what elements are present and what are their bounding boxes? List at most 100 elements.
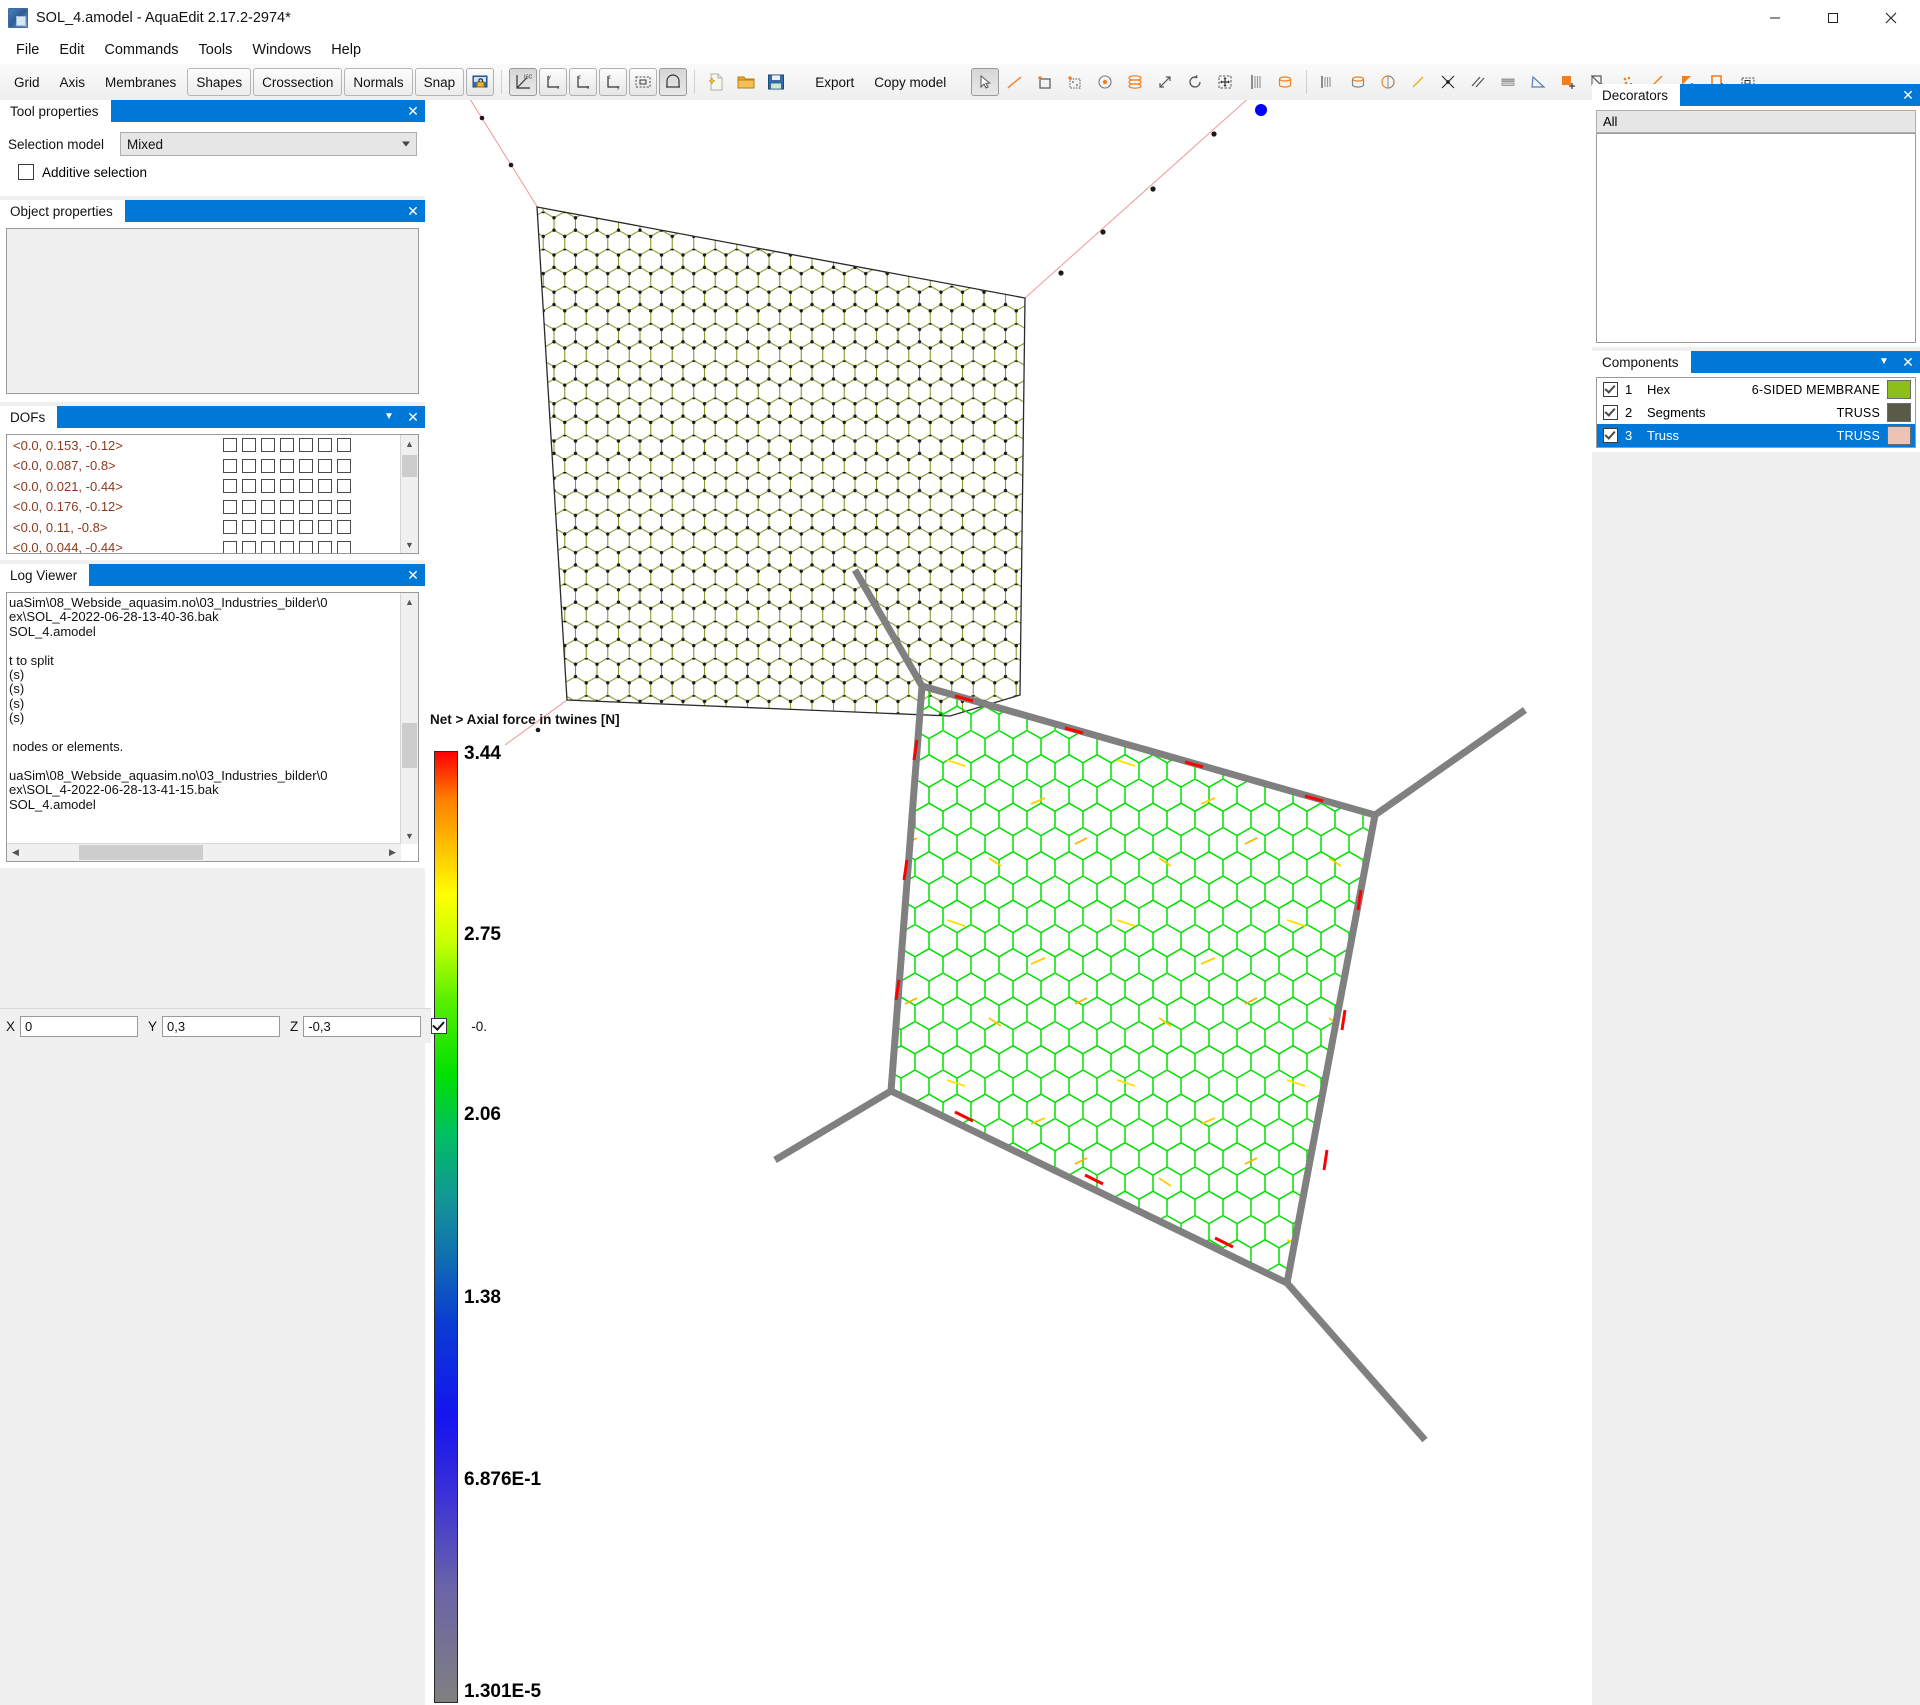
dofs-row-checkboxes[interactable] <box>223 458 351 473</box>
offset-icon[interactable] <box>1494 68 1522 96</box>
additive-selection-checkbox[interactable] <box>18 164 34 180</box>
toolbar-membranes-button[interactable]: Membranes <box>96 68 185 96</box>
dofs-row-checkboxes[interactable] <box>223 520 351 535</box>
log-viewer-vscrollbar[interactable]: ▲ ▼ <box>400 593 418 844</box>
menu-item-help[interactable]: Help <box>321 38 371 62</box>
menu-item-edit[interactable]: Edit <box>49 38 94 62</box>
zy-view-icon[interactable]: z y <box>599 68 628 96</box>
intersect-icon[interactable] <box>1434 68 1462 96</box>
selection-model-combo[interactable]: Mixed <box>120 132 417 156</box>
log-hscroll-thumb[interactable] <box>79 845 203 860</box>
dofs-close-icon[interactable]: ✕ <box>401 406 425 428</box>
dofs-row-checkboxes[interactable] <box>223 438 351 453</box>
component-color-swatch[interactable] <box>1887 403 1911 422</box>
dofs-row[interactable]: <0.0, 0.176, -0.12> <box>7 497 418 518</box>
split-cylinder-icon[interactable] <box>1314 68 1342 96</box>
component-visibility-checkbox[interactable] <box>1603 382 1618 397</box>
decorators-list[interactable] <box>1596 133 1916 343</box>
components-list[interactable]: 1 Hex 6-SIDED MEMBRANE 2 Segments TRUSS <box>1596 377 1916 448</box>
coord-lock-checkbox[interactable] <box>431 1018 448 1034</box>
y-input[interactable] <box>162 1015 281 1037</box>
dofs-row[interactable]: <0.0, 0.153, -0.12> <box>7 435 418 456</box>
toolbar-crossection-button[interactable]: Crossection <box>253 68 343 96</box>
component-color-swatch[interactable] <box>1887 380 1911 399</box>
dofs-scroll-thumb[interactable] <box>402 455 417 477</box>
add-mesh-icon[interactable] <box>1061 68 1089 96</box>
lock-view-icon[interactable] <box>466 68 495 96</box>
components-menu-icon[interactable]: ▼ <box>1872 351 1896 373</box>
menu-item-commands[interactable]: Commands <box>94 38 188 62</box>
dofs-row[interactable]: <0.0, 0.021, -0.44> <box>7 476 418 497</box>
decorators-tab[interactable]: Decorators <box>1592 84 1681 106</box>
dofs-row[interactable]: <0.0, 0.087, -0.8> <box>7 456 418 477</box>
new-file-icon[interactable] <box>702 68 730 96</box>
add-point-icon[interactable] <box>1091 68 1119 96</box>
dofs-scrollbar[interactable]: ▲ ▼ <box>400 435 418 553</box>
draw-line-icon[interactable] <box>1001 68 1029 96</box>
rotate-icon[interactable] <box>1181 68 1209 96</box>
line-segment-icon[interactable] <box>1404 68 1432 96</box>
object-properties-tab[interactable]: Object properties <box>0 200 125 222</box>
log-viewer-box[interactable]: uaSim\08_Webside_aquasim.no\03_Industrie… <box>6 592 419 862</box>
extrude-icon[interactable] <box>1271 68 1299 96</box>
menu-item-windows[interactable]: Windows <box>242 38 321 62</box>
scroll-up-icon[interactable]: ▲ <box>401 593 418 610</box>
maximize-button[interactable] <box>1804 0 1862 36</box>
dofs-row[interactable]: <0.0, 0.11, -0.8> <box>7 517 418 538</box>
dofs-row-checkboxes[interactable] <box>223 540 351 553</box>
dofs-list[interactable]: <0.0, 0.153, -0.12> <0.0, 0.087, -0.8> <… <box>6 434 419 554</box>
menu-item-file[interactable]: File <box>6 38 49 62</box>
close-button[interactable] <box>1862 0 1920 36</box>
toolbar-shapes-button[interactable]: Shapes <box>187 68 252 96</box>
scroll-up-icon[interactable]: ▲ <box>401 435 418 452</box>
copy-model-button[interactable]: Copy model <box>865 68 955 96</box>
open-folder-icon[interactable] <box>732 68 760 96</box>
menu-item-tools[interactable]: Tools <box>189 38 243 62</box>
dofs-row[interactable]: <0.0, 0.044, -0.44> <box>7 538 418 553</box>
select-arrow-icon[interactable] <box>971 68 1000 96</box>
dofs-menu-icon[interactable]: ▼ <box>377 406 401 428</box>
log-viewer-tab[interactable]: Log Viewer <box>0 564 90 586</box>
component-visibility-checkbox[interactable] <box>1603 428 1618 443</box>
save-disk-icon[interactable] <box>762 68 790 96</box>
component-color-swatch[interactable] <box>1887 426 1911 445</box>
toolbar-grid-button[interactable]: Grid <box>5 68 49 96</box>
scroll-down-icon[interactable]: ▼ <box>401 827 418 844</box>
toolbar-axis-button[interactable]: Axis <box>51 68 95 96</box>
components-row[interactable]: 2 Segments TRUSS <box>1597 401 1915 424</box>
angle-icon[interactable] <box>1524 68 1552 96</box>
additive-selection-row[interactable]: Additive selection <box>18 164 417 180</box>
components-row[interactable]: 3 Truss TRUSS <box>1597 424 1915 447</box>
export-button[interactable]: Export <box>806 68 863 96</box>
log-viewer-close-icon[interactable]: ✕ <box>401 564 425 586</box>
scale-icon[interactable] <box>1151 68 1179 96</box>
iso-view-icon[interactable]: ISO <box>509 68 538 96</box>
components-tab[interactable]: Components <box>1592 351 1691 373</box>
dofs-tab[interactable]: DOFs <box>0 406 58 428</box>
decorators-filter-combo[interactable]: All <box>1596 110 1916 133</box>
fill-square-icon[interactable] <box>1554 68 1582 96</box>
object-properties-content[interactable] <box>6 228 419 394</box>
scroll-left-icon[interactable]: ◀ <box>7 844 24 861</box>
decorators-close-icon[interactable]: ✕ <box>1896 84 1920 106</box>
half-circle-icon[interactable] <box>1374 68 1402 96</box>
dofs-row-checkboxes[interactable] <box>223 499 351 514</box>
tool-properties-close-icon[interactable]: ✕ <box>401 100 425 122</box>
x-input[interactable] <box>20 1015 139 1037</box>
add-rect-icon[interactable] <box>1031 68 1059 96</box>
component-visibility-checkbox[interactable] <box>1603 405 1618 420</box>
move-icon[interactable] <box>1211 68 1239 96</box>
toolbar-normals-button[interactable]: Normals <box>344 68 413 96</box>
toolbar-snap-button[interactable]: Snap <box>414 68 465 96</box>
scroll-down-icon[interactable]: ▼ <box>401 536 418 553</box>
zx-view-icon[interactable]: z x <box>569 68 598 96</box>
log-vscroll-thumb[interactable] <box>402 723 417 768</box>
tool-properties-tab[interactable]: Tool properties <box>0 100 111 122</box>
parallel-icon[interactable] <box>1464 68 1492 96</box>
mirror-icon[interactable] <box>1241 68 1269 96</box>
membrane-view-icon[interactable] <box>659 68 688 96</box>
minimize-button[interactable] <box>1746 0 1804 36</box>
yx-view-icon[interactable]: y x <box>539 68 568 96</box>
dofs-row-checkboxes[interactable] <box>223 479 351 494</box>
log-viewer-hscrollbar[interactable]: ◀ ▶ <box>7 843 401 861</box>
